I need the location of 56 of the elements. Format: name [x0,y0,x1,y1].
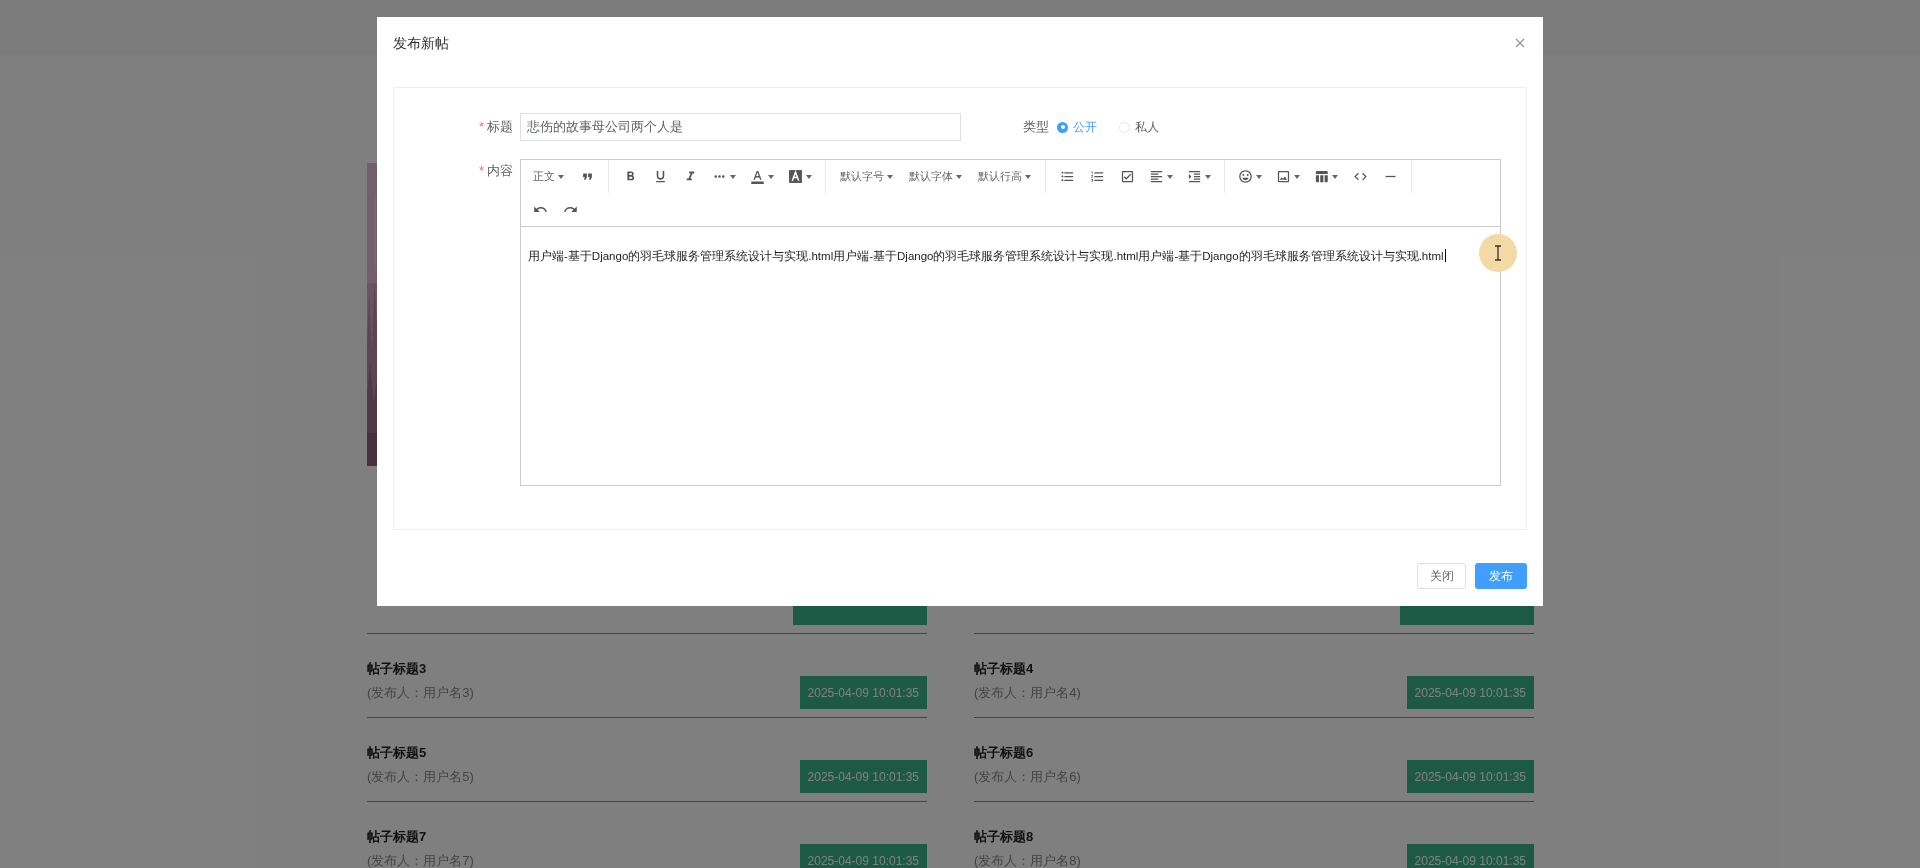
post-author: (发布人：用户名8) [974,852,1081,868]
align-left-icon [1149,169,1164,184]
post-author: (发布人：用户名7) [367,852,474,868]
caret-icon [1332,174,1338,179]
caret-icon [1025,174,1031,179]
caret-icon [806,174,812,179]
post-time-badge: 2025-04-09 10:01:35 [1406,760,1534,793]
post-time-badge: 2025-04-09 10:01:35 [799,760,927,793]
cursor-highlight-icon [1479,234,1517,272]
background-color-icon [788,169,803,184]
font-color-icon [750,169,765,184]
close-icon[interactable] [1515,38,1525,48]
toolbar-dropdown[interactable]: 默认字体 [901,162,970,191]
field-label: 标题 [487,118,513,137]
table-icon [1314,169,1329,184]
required-mark: * [478,162,484,180]
radio-option[interactable]: 私人 [1119,118,1159,136]
post-title: 帖子标题5 [367,744,427,762]
post-title: 帖子标题6 [974,744,1034,762]
caret-icon [1256,174,1262,179]
editor-text[interactable]: 用户端-基于Django的羽毛球服务管理系统设计与实现.html用户端-基于Django的羽毛球服务管理系统设计与实现.html用户端-基于Django的羽毛球服务管理系统设计与实现.html [528,250,1444,262]
post-title: 帖子标题3 [367,660,427,678]
dialog-title: 发布新帖 [393,34,449,53]
caret-icon [768,174,774,179]
caret-icon [1205,174,1211,179]
toolbar-dropdown[interactable]: 默认行高 [970,162,1039,191]
post-title: 帖子标题7 [367,828,427,846]
title-input[interactable]: 悲伤的故事母公司两个人是 [520,113,961,141]
toolbar-dropdown[interactable]: 正文 [525,162,572,191]
post-time-badge: 2025-04-09 10:01:35 [799,676,927,709]
post-time-badge: 2025-04-09 10:01:35 [1406,844,1534,868]
post-author: (发布人：用户名6) [974,768,1081,786]
post-author: (发布人：用户名4) [974,684,1081,702]
caret-icon [887,174,893,179]
field-label: 类型 [1023,118,1049,137]
post-author: (发布人：用户名3) [367,684,474,702]
emoji-icon [1238,169,1253,184]
caret-icon [558,174,564,179]
close-button[interactable]: 关闭 [1417,563,1466,589]
required-mark: * [478,118,484,137]
post-title: 帖子标题4 [974,660,1034,678]
checkbox-icon [1119,169,1135,184]
toolbar-dropdown[interactable]: 默认字号 [832,162,901,191]
numbered-list-icon [1089,169,1105,184]
post-time-badge: 2025-04-09 10:01:35 [1406,676,1534,709]
field-label: 内容 [487,162,513,180]
caret-icon [730,174,736,179]
bullet-list-icon [1059,169,1075,184]
post-author: (发布人：用户名5) [367,768,474,786]
post-title: 帖子标题8 [974,828,1034,846]
caret-icon [956,174,962,179]
post-time-badge: 2025-04-09 10:01:35 [799,844,927,868]
indent-icon [1187,169,1202,184]
caret-icon [1167,174,1173,179]
caret-icon [1294,174,1300,179]
image-icon [1276,169,1291,184]
